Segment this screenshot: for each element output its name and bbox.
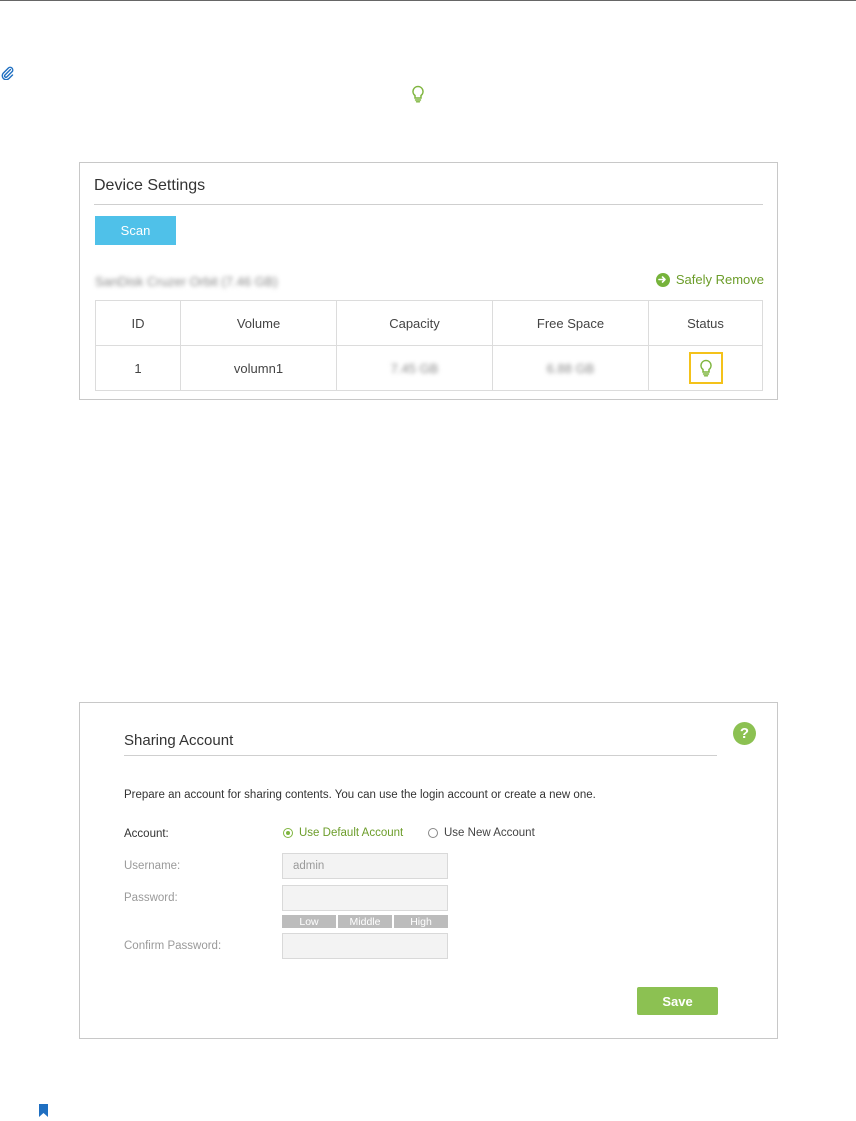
radio-unchecked[interactable] xyxy=(428,828,438,838)
status-toggle[interactable] xyxy=(688,352,723,384)
scan-button[interactable]: Scan xyxy=(95,216,176,245)
password-label: Password: xyxy=(124,892,178,904)
paperclip-icon xyxy=(1,66,14,80)
password-strength-meter: Low Middle High xyxy=(282,915,448,928)
top-divider xyxy=(0,0,856,1)
save-button[interactable]: Save xyxy=(637,987,718,1015)
capacity-value: 7.45 GB xyxy=(390,360,439,376)
strength-high: High xyxy=(394,915,448,928)
username-field[interactable] xyxy=(282,853,448,879)
header-status: Status xyxy=(648,300,763,346)
radio-checked[interactable] xyxy=(283,828,293,838)
password-field[interactable] xyxy=(282,885,448,911)
device-settings-panel: Device Settings Scan SanDisk Cruzer Orbi… xyxy=(79,162,778,400)
header-id: ID xyxy=(95,300,181,346)
use-default-account-label: Use Default Account xyxy=(299,827,404,839)
description-text: Prepare an account for sharing contents.… xyxy=(124,789,596,801)
device-table: ID Volume Capacity Free Space Status 1 v… xyxy=(95,300,763,391)
table-header-row: ID Volume Capacity Free Space Status xyxy=(95,300,763,346)
bulb-icon xyxy=(699,359,712,377)
safely-remove-link[interactable]: Safely Remove xyxy=(655,272,764,287)
sharing-account-panel: Sharing Account ? Prepare an account for… xyxy=(79,702,778,1039)
header-free-space: Free Space xyxy=(492,300,649,346)
device-name: SanDisk Cruzer Orbit (7.46 GB) xyxy=(95,274,278,289)
arrow-right-icon xyxy=(655,272,670,287)
strength-low: Low xyxy=(282,915,336,928)
cell-capacity: 7.45 GB xyxy=(336,345,493,391)
free-space-value: 6.88 GB xyxy=(546,360,595,376)
device-settings-title: Device Settings xyxy=(94,177,206,194)
cell-free-space: 6.88 GB xyxy=(492,345,649,391)
username-label: Username: xyxy=(124,860,181,872)
use-default-account-option[interactable]: Use Default Account xyxy=(283,827,403,839)
cell-id: 1 xyxy=(95,345,181,391)
cell-volume: volumn1 xyxy=(180,345,337,391)
help-icon[interactable]: ? xyxy=(733,722,756,745)
title-divider xyxy=(124,755,717,756)
table-row: 1 volumn1 7.45 GB 6.88 GB xyxy=(95,345,763,391)
bulb-icon xyxy=(412,85,424,103)
use-new-account-option[interactable]: Use New Account xyxy=(428,827,535,839)
use-new-account-label: Use New Account xyxy=(444,827,535,839)
strength-middle: Middle xyxy=(338,915,392,928)
title-divider xyxy=(94,204,763,205)
confirm-password-label: Confirm Password: xyxy=(124,940,222,952)
cell-status xyxy=(648,345,763,391)
account-label: Account: xyxy=(124,828,169,840)
safely-remove-label: Safely Remove xyxy=(675,272,764,287)
sharing-account-title: Sharing Account xyxy=(124,732,234,749)
header-capacity: Capacity xyxy=(336,300,493,346)
header-volume: Volume xyxy=(180,300,337,346)
bookmark-icon xyxy=(39,1104,48,1117)
confirm-password-field[interactable] xyxy=(282,933,448,959)
